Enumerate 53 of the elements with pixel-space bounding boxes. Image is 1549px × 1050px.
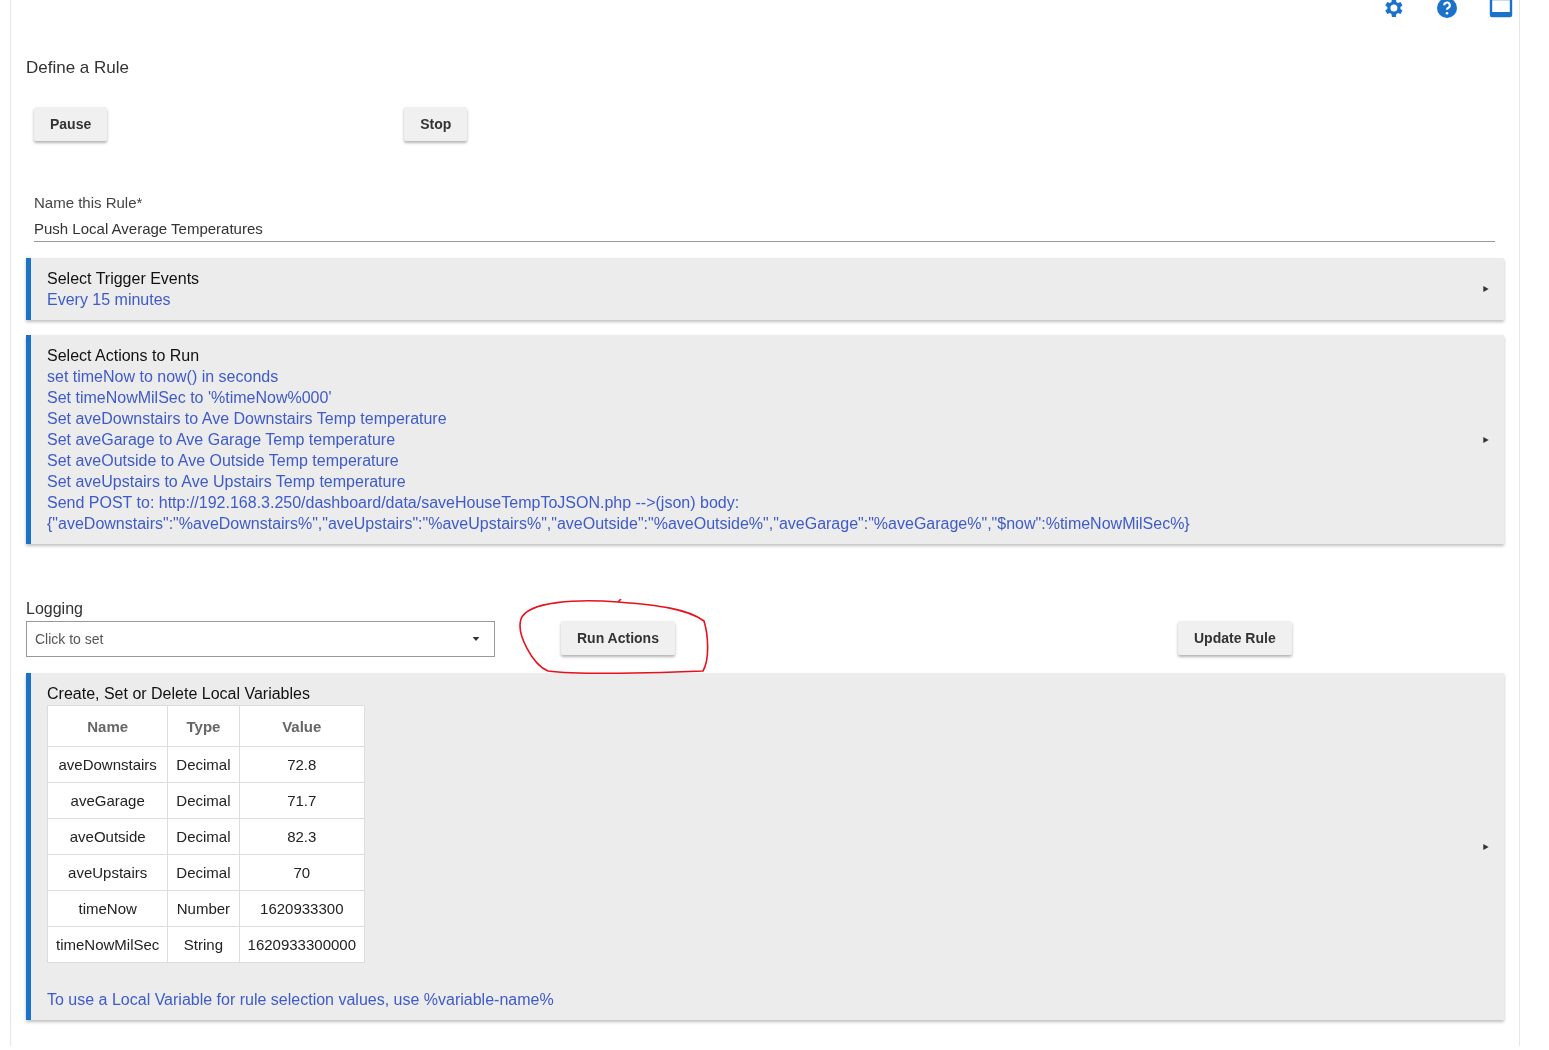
dropdown-placeholder: Click to set	[35, 631, 104, 647]
table-cell: Decimal	[167, 782, 240, 819]
column-header: Value	[239, 705, 365, 747]
section-title: Create, Set or Delete Local Variables	[47, 684, 311, 704]
hint-text: To use a Local Variable for rule selection values, use %variable-name%	[47, 990, 555, 1010]
table-cell: aveDownstairs	[47, 746, 168, 783]
column-header: Type	[167, 705, 240, 747]
table-cell: Decimal	[167, 818, 240, 855]
table-cell: timeNow	[47, 890, 168, 927]
action-button[interactable]: Pause	[34, 107, 108, 141]
section-title: Select Actions to Run	[47, 346, 201, 366]
table-cell: String	[167, 926, 240, 963]
actions-panel[interactable]	[26, 335, 1504, 544]
table-cell: 82.3	[239, 818, 365, 855]
section-line: Send POST to: http://192.168.3.250/dashboard/data/saveHouseTempToJSON.php -->(json) body:	[47, 493, 741, 513]
section-line: Set aveDownstairs to Ave Downstairs Temp temperature	[47, 409, 448, 429]
section-line: set timeNow to now() in seconds	[47, 367, 280, 387]
expand-arrow-icon[interactable]	[1482, 284, 1490, 294]
table-cell: 70	[239, 854, 365, 891]
table-cell: aveGarage	[47, 782, 168, 819]
section-line: Set aveUpstairs to Ave Upstairs Temp temperature	[47, 472, 407, 492]
update-rule-button[interactable]: Update Rule	[1178, 621, 1292, 655]
action-button[interactable]: Stop	[404, 107, 468, 141]
section-line: {"aveDownstairs":"%aveDownstairs%","aveUpstairs":"%aveUpstairs%","aveOutside":"%aveOutside%","aveGarage":"%aveGarage%","$now":%timeNowMilSec%}	[47, 514, 1191, 534]
expand-arrow-icon[interactable]	[1482, 841, 1490, 852]
window-icon[interactable]	[1489, 0, 1513, 20]
field-label: Logging	[26, 600, 84, 618]
section-line: Set aveGarage to Ave Garage Temp temperature	[47, 430, 397, 450]
trigger-events-panel[interactable]: Select Trigger Events Every 15 minutes	[26, 258, 1504, 320]
help-icon[interactable]	[1435, 0, 1459, 20]
table-cell: Decimal	[167, 746, 240, 783]
table-cell: Number	[167, 890, 240, 927]
field-value: Push Local Average Temperatures	[34, 220, 264, 237]
run-actions-button[interactable]: Run Actions	[561, 621, 675, 655]
section-line: Set aveOutside to Ave Outside Temp temperature	[47, 451, 400, 471]
section-title: Select Trigger Events	[47, 269, 201, 289]
logging-dropdown[interactable]: Click to set	[26, 621, 495, 657]
field-label: Name this Rule*	[34, 194, 144, 211]
section-line: Set timeNowMilSec to '%timeNow%000'	[47, 388, 333, 408]
column-header: Name	[47, 705, 168, 747]
table-cell: 72.8	[239, 746, 365, 783]
expand-arrow-icon[interactable]	[1482, 434, 1490, 445]
table-cell: timeNowMilSec	[47, 926, 168, 963]
table-cell: aveUpstairs	[47, 854, 168, 891]
page-title: Define a Rule	[26, 58, 130, 78]
table-cell: aveOutside	[47, 818, 168, 855]
section-line: Every 15 minutes	[47, 290, 172, 310]
table-cell: 1620933300000	[239, 926, 365, 963]
table-cell: Decimal	[167, 854, 240, 891]
table-cell: 71.7	[239, 782, 365, 819]
rule-name-field[interactable]: Name this Rule* Push Local Average Temperatures	[34, 194, 1495, 242]
table-cell: 1620933300	[239, 890, 365, 927]
dropdown-caret-icon[interactable]	[470, 635, 482, 643]
